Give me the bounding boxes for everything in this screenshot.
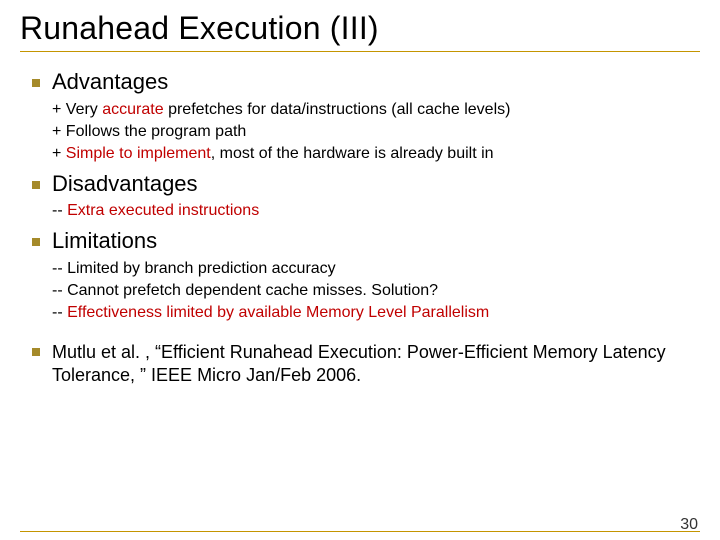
emphasis: Simple to implement <box>66 145 211 162</box>
advantages-list: + Very accurate prefetches for data/inst… <box>52 100 700 164</box>
bullet-icon <box>32 348 40 356</box>
section-disadvantages: Disadvantages <box>32 170 700 198</box>
dis-line-1: -- Extra executed instructions <box>52 201 700 221</box>
section-advantages: Advantages <box>32 68 700 96</box>
emphasis: Effectiveness limited by available Memor… <box>67 304 489 321</box>
spacer <box>20 325 700 335</box>
adv-line-1: + Very accurate prefetches for data/inst… <box>52 100 700 120</box>
text: -- <box>52 202 67 219</box>
text: , most of the hardware is already built … <box>211 145 494 162</box>
adv-line-2: + Simple to implement, most of the hardw… <box>52 144 700 164</box>
section-heading: Limitations <box>52 227 157 255</box>
slide: Runahead Execution (III) Advantages + Ve… <box>0 0 720 540</box>
emphasis: Extra executed instructions <box>67 202 259 219</box>
text: prefetches for data/instructions (all ca… <box>164 101 511 118</box>
adv-line-1a: + Follows the program path <box>52 122 700 142</box>
emphasis: accurate <box>102 101 163 118</box>
slide-title: Runahead Execution (III) <box>20 10 700 47</box>
bullet-icon <box>32 181 40 189</box>
text: -- <box>52 304 67 321</box>
limitations-list: -- Limited by branch prediction accuracy… <box>52 259 700 323</box>
page-number: 30 <box>680 516 698 534</box>
slide-body: Advantages + Very accurate prefetches fo… <box>20 68 700 387</box>
title-divider <box>20 51 700 52</box>
disadvantages-list: -- Extra executed instructions <box>52 201 700 221</box>
text: + <box>52 145 66 162</box>
lim-line-1: -- Limited by branch prediction accuracy <box>52 259 700 279</box>
lim-line-2: -- Cannot prefetch dependent cache misse… <box>52 281 700 301</box>
bullet-icon <box>32 79 40 87</box>
footer-divider <box>20 531 700 532</box>
bullet-icon <box>32 238 40 246</box>
section-heading: Advantages <box>52 68 168 96</box>
reference-text: Mutlu et al. , “Efficient Runahead Execu… <box>52 341 700 388</box>
section-limitations: Limitations <box>32 227 700 255</box>
lim-line-3: -- Effectiveness limited by available Me… <box>52 303 700 323</box>
text: + Very <box>52 101 102 118</box>
section-heading: Disadvantages <box>52 170 198 198</box>
reference-line: Mutlu et al. , “Efficient Runahead Execu… <box>32 341 700 388</box>
footer: 30 <box>20 531 700 532</box>
